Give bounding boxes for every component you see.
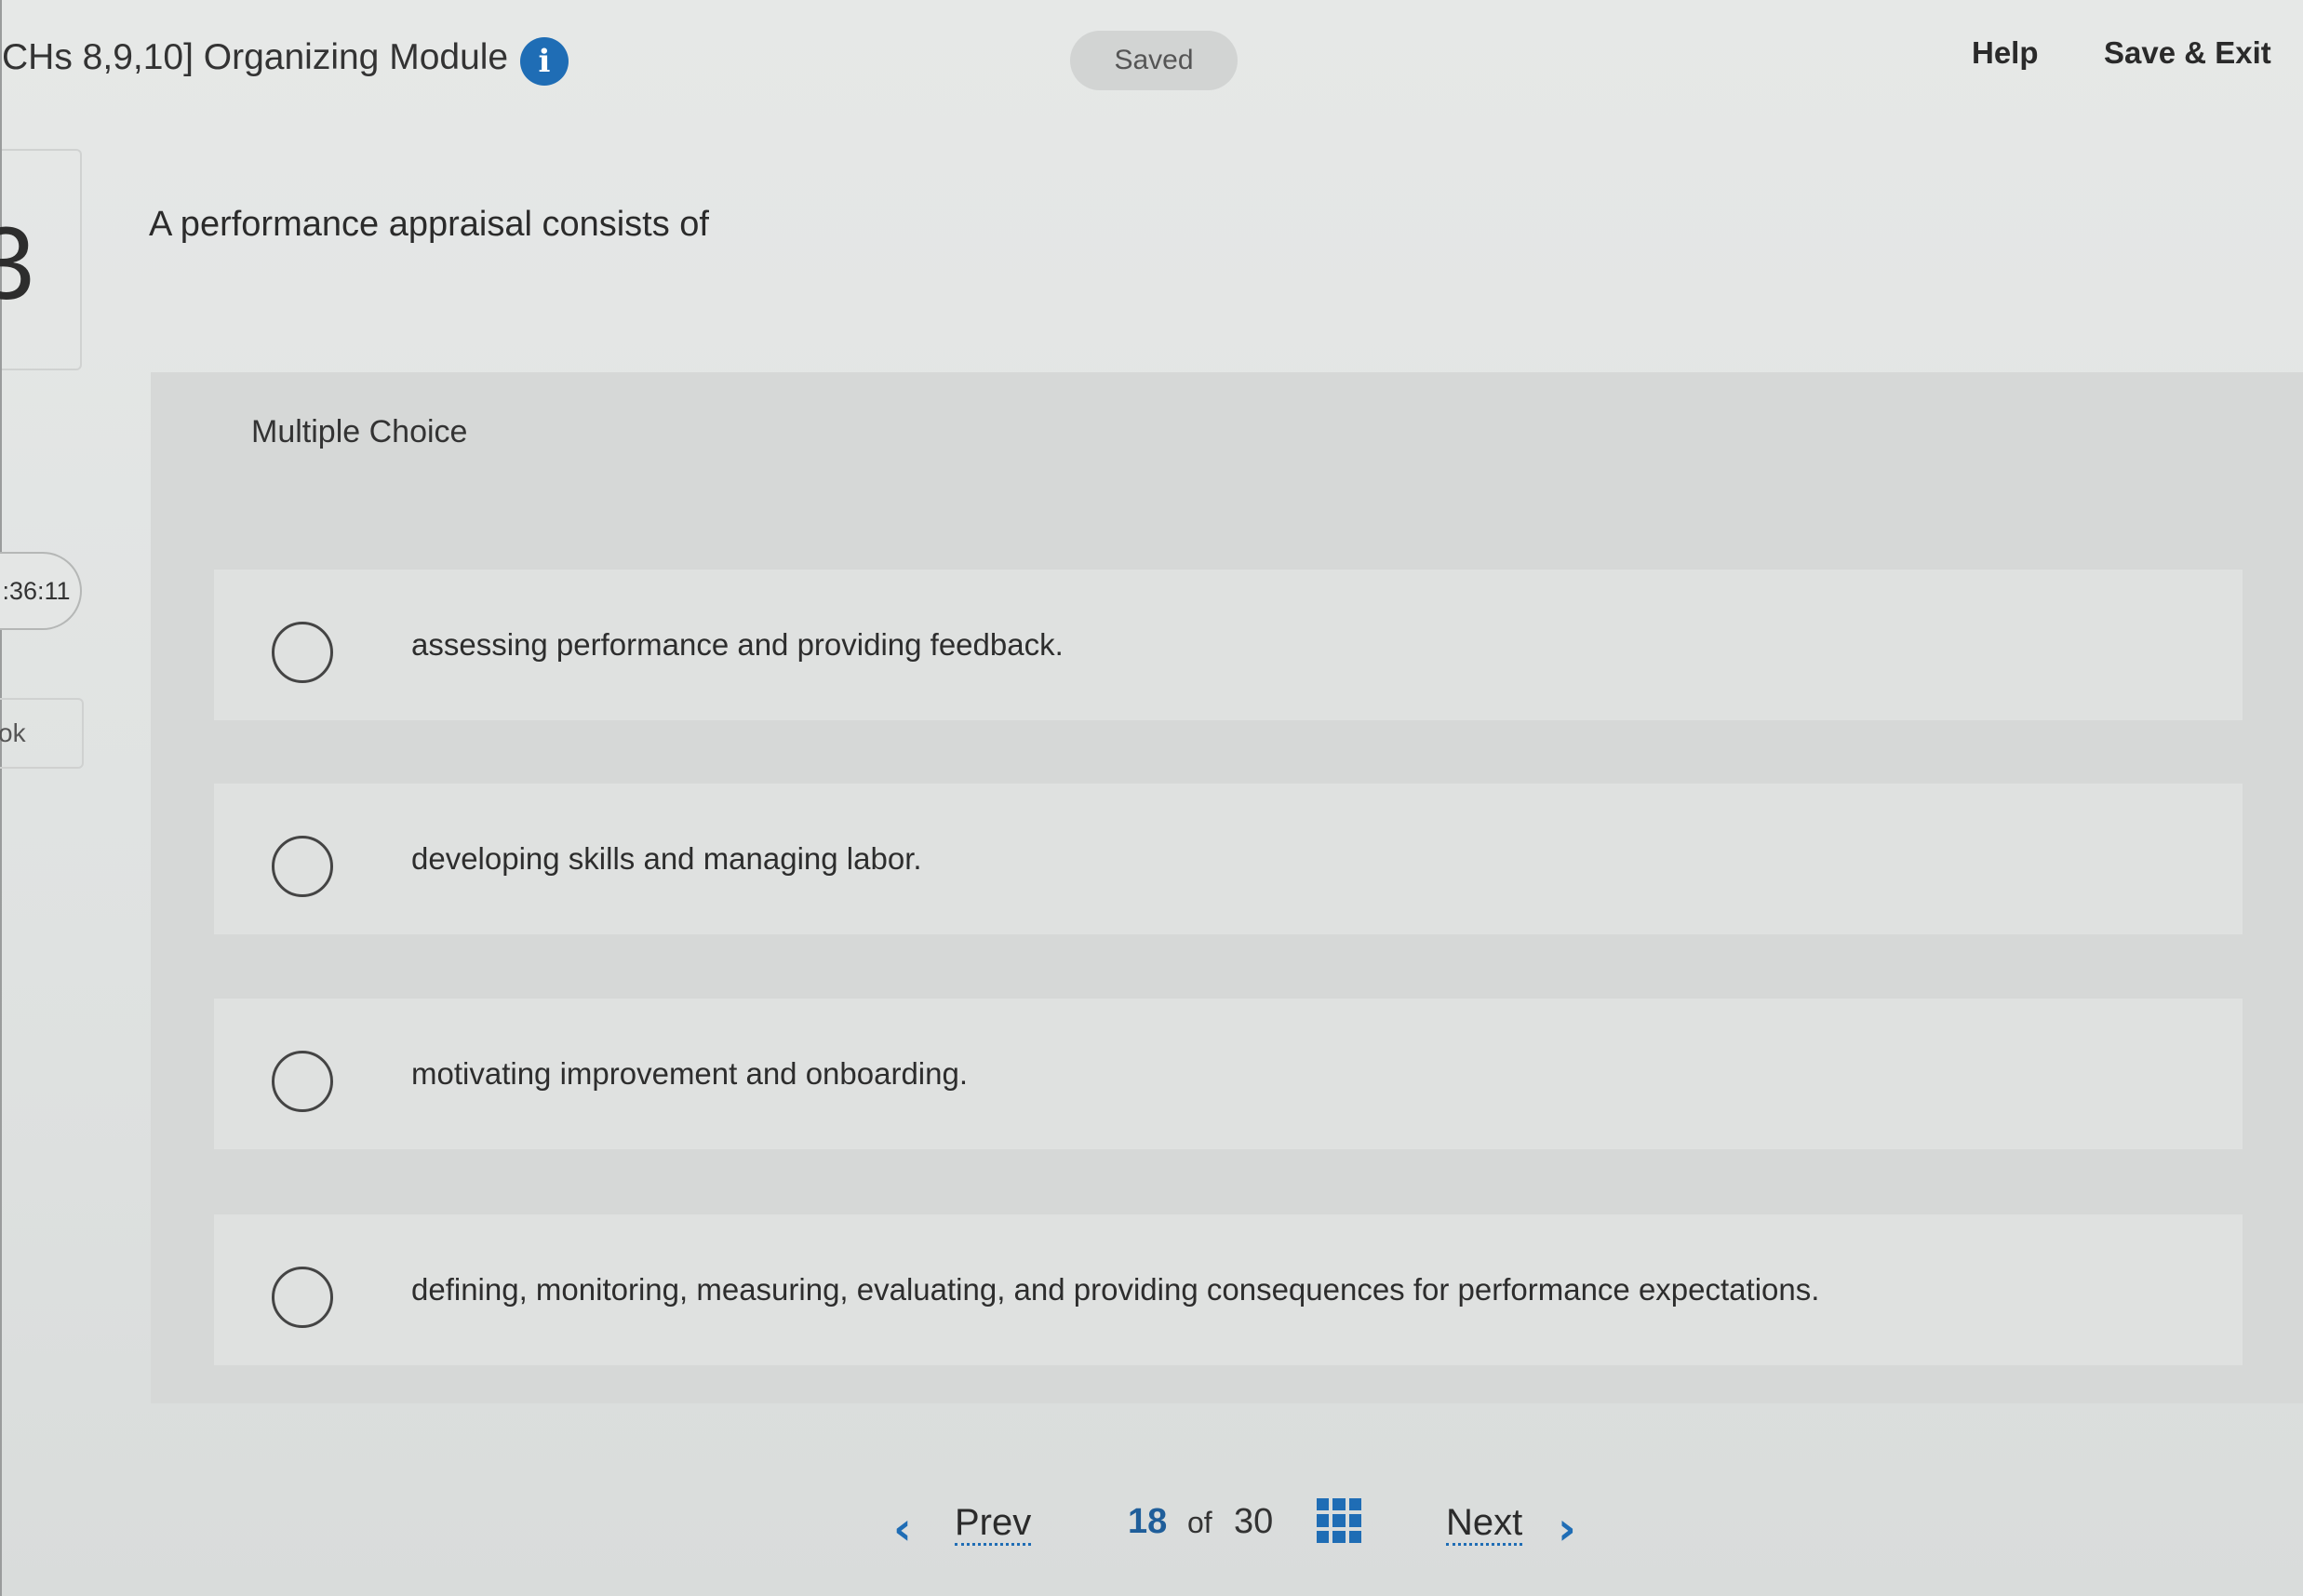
answer-option[interactable]: motivating improvement and onboarding. [214, 999, 2243, 1149]
question-type-label: Multiple Choice [251, 414, 468, 449]
radio-button[interactable] [272, 1051, 333, 1112]
radio-button[interactable] [272, 622, 333, 683]
module-title: CHs 8,9,10] Organizing Module [2, 37, 509, 77]
save-exit-button[interactable]: Save & Exit [2104, 35, 2271, 71]
radio-button[interactable] [272, 1267, 333, 1328]
answer-option[interactable]: defining, monitoring, measuring, evaluat… [214, 1214, 2243, 1365]
radio-button[interactable] [272, 836, 333, 897]
question-grid-icon[interactable] [1317, 1498, 1361, 1543]
chevron-right-icon[interactable]: › [1558, 1503, 1576, 1555]
help-link[interactable]: Help [1972, 35, 2039, 71]
answer-option[interactable]: developing skills and managing labor. [214, 784, 2243, 934]
question-number: 3 [0, 207, 35, 321]
saved-status-badge: Saved [1070, 31, 1238, 90]
current-page-number: 18 [1128, 1502, 1168, 1541]
chevron-left-icon[interactable]: ‹ [893, 1503, 912, 1555]
page-of-label: of [1187, 1506, 1212, 1539]
next-button[interactable]: Next [1446, 1502, 1523, 1546]
answer-option-text: assessing performance and providing feed… [411, 627, 1064, 662]
top-bar: CHs 8,9,10] Organizing Module i Saved He… [2, 0, 2303, 121]
answer-option-text: developing skills and managing labor. [411, 841, 922, 876]
prev-button[interactable]: Prev [955, 1502, 1032, 1546]
ebook-tab[interactable]: ok [0, 698, 84, 769]
answer-option[interactable]: assessing performance and providing feed… [214, 570, 2243, 720]
answer-option-text: motivating improvement and onboarding. [411, 1056, 969, 1091]
question-prompt: A performance appraisal consists of [149, 205, 709, 244]
info-icon[interactable]: i [520, 37, 569, 86]
total-pages: 30 [1234, 1502, 1274, 1541]
timer-badge[interactable]: :36:11 [0, 552, 82, 630]
assessment-screen: CHs 8,9,10] Organizing Module i Saved He… [0, 0, 2303, 1596]
answer-option-text: defining, monitoring, measuring, evaluat… [411, 1272, 1820, 1307]
